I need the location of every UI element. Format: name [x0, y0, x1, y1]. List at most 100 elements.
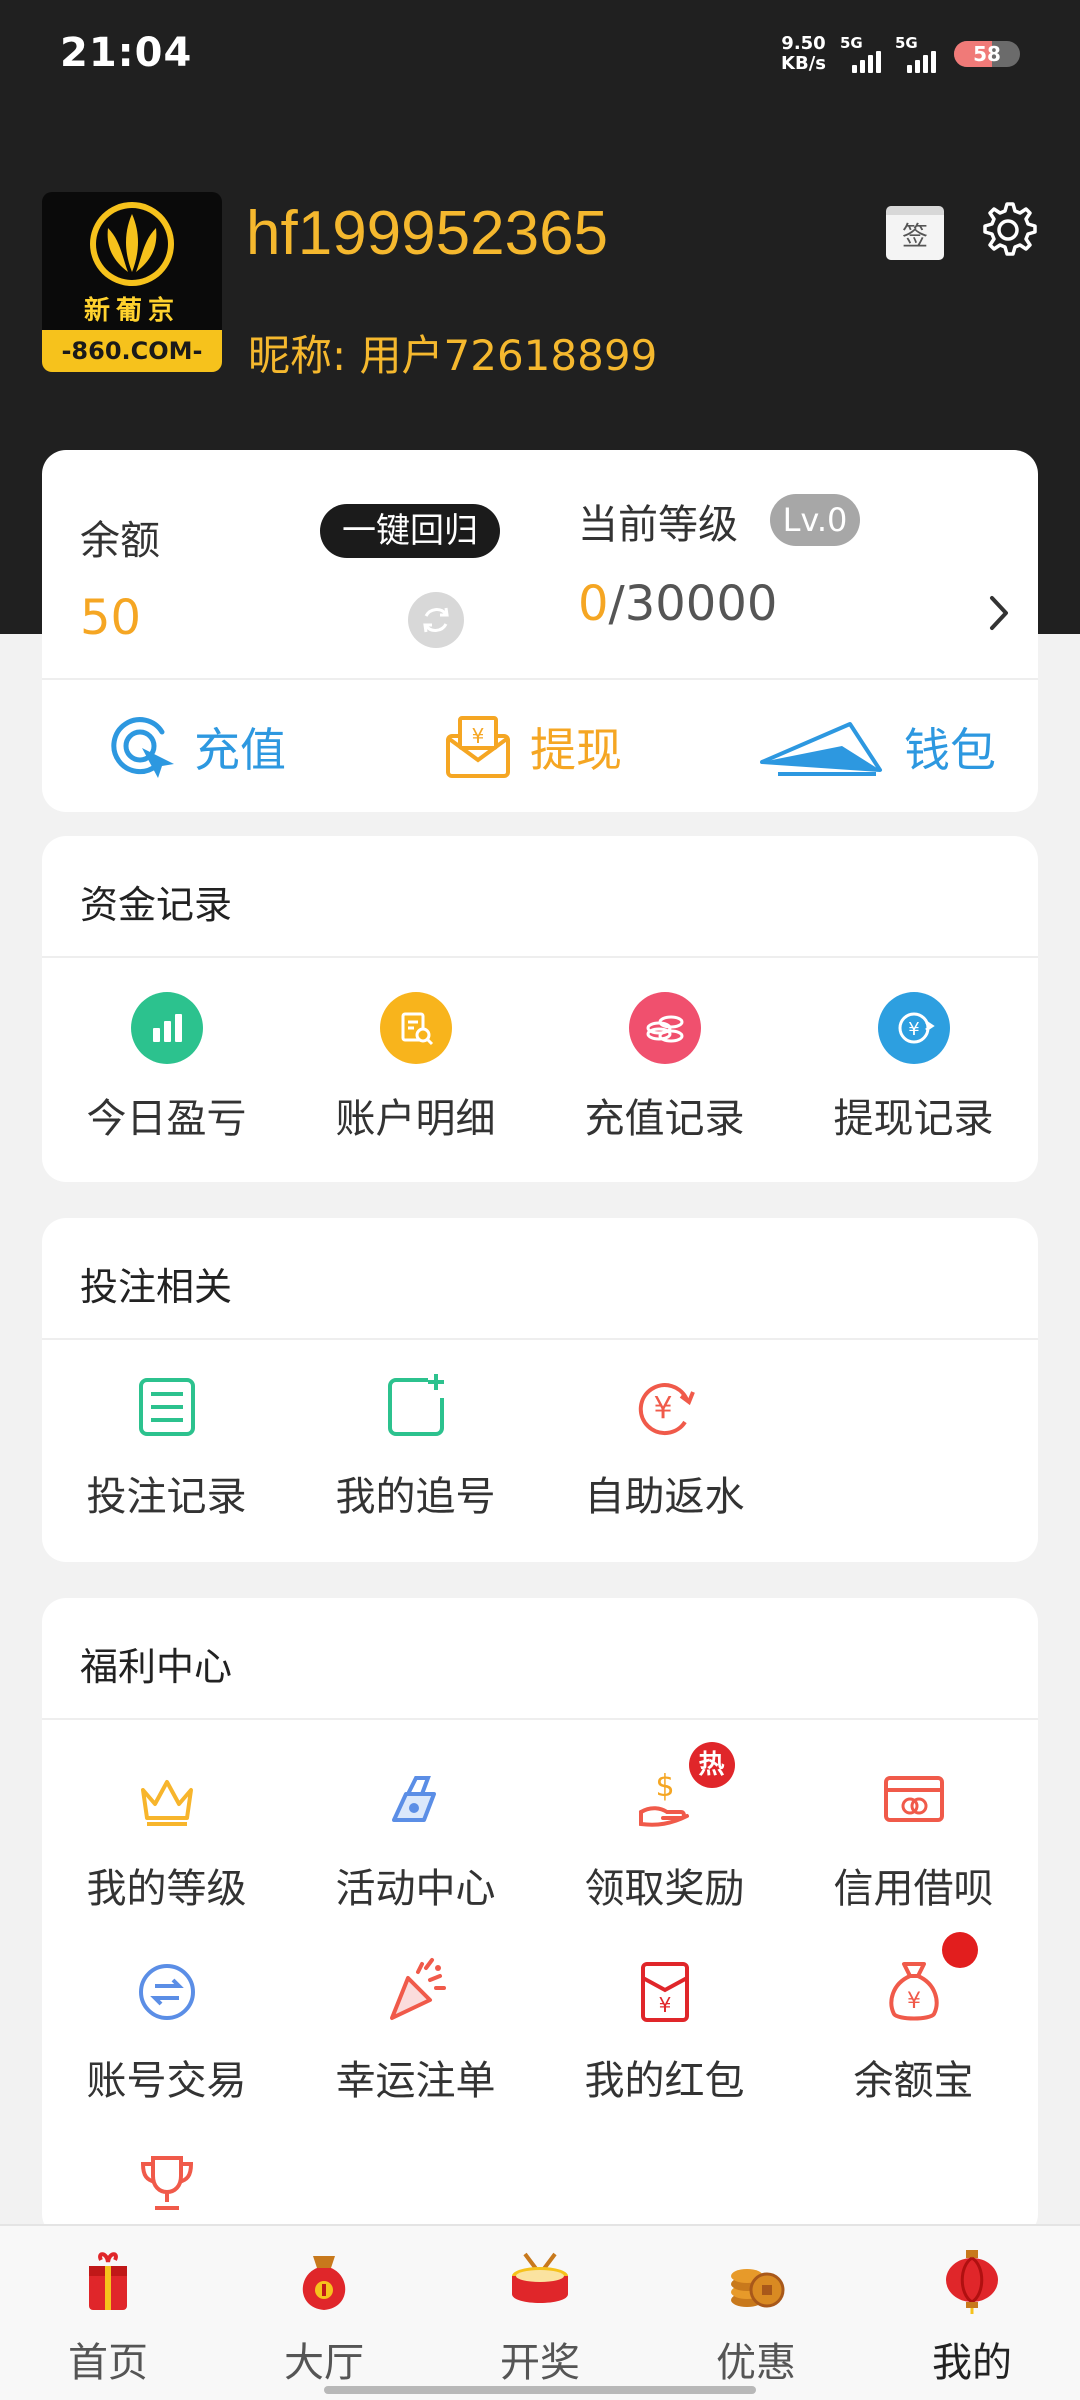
svg-text:¥: ¥: [658, 1993, 671, 2017]
wallet-label: 钱包: [904, 723, 996, 777]
balance-treasure-item[interactable]: ¥ 余额宝: [789, 1932, 1038, 2106]
one-click-recall-button[interactable]: 一键回归: [320, 504, 500, 558]
network-speed-value: 9.50: [781, 33, 826, 54]
account-details-item[interactable]: 账户明细: [291, 990, 540, 1144]
nav-label: 我的: [932, 2340, 1012, 2386]
recharge-label: 充值: [194, 723, 286, 777]
item-label: 账号交易: [86, 2058, 247, 2104]
hot-badge: 热: [688, 1742, 735, 1788]
account-trading-item[interactable]: 账号交易: [42, 1954, 291, 2106]
nickname-label: 昵称:: [248, 331, 347, 380]
svg-text:$: $: [655, 1769, 674, 1804]
signal-sim2: 5G: [895, 35, 936, 73]
item-label: 账户明细: [335, 1096, 496, 1142]
activity-center-item[interactable]: 活动中心: [291, 1762, 540, 1914]
nav-mine[interactable]: 我的: [864, 2246, 1080, 2388]
nav-label: 优惠: [716, 2340, 796, 2386]
item-label: 充值记录: [584, 1096, 745, 1142]
nav-label: 开奖: [500, 2340, 580, 2386]
credit-loan-item[interactable]: 信用借呗: [789, 1762, 1038, 1914]
item-label: 提现记录: [833, 1096, 994, 1142]
sim1-label: 5G: [840, 34, 863, 52]
today-profit-item[interactable]: 今日盈亏: [42, 990, 291, 1144]
item-label: 我的追号: [335, 1474, 496, 1520]
nav-promotions[interactable]: 优惠: [648, 2246, 864, 2388]
chevron-right-icon[interactable]: [982, 588, 1016, 638]
coins-icon: [628, 992, 701, 1064]
divider: [42, 956, 1038, 958]
username: hf199952365: [246, 199, 609, 268]
my-red-envelope-item[interactable]: ¥ 我的红包: [540, 1954, 789, 2106]
item-label: 投注记录: [86, 1474, 247, 1520]
wallet-button[interactable]: 钱包: [758, 712, 996, 782]
item-label: 自助返水: [584, 1474, 745, 1520]
add-square-icon: [387, 1374, 444, 1436]
home-indicator[interactable]: [324, 2386, 756, 2394]
item-label: 我的等级: [86, 1866, 247, 1912]
divider: [42, 678, 1038, 680]
coin-stack-icon: [731, 2269, 785, 2308]
withdraw-label: 提现: [530, 723, 622, 777]
gear-icon[interactable]: [976, 198, 1040, 262]
status-bar: 21:04 9.50 KB/s 5G 5G 58: [0, 0, 1080, 110]
crown-icon: [140, 1780, 193, 1826]
logo-chinese-text: 新葡京: [83, 296, 180, 326]
signal-sim1: 5G: [840, 35, 881, 73]
bottom-navigation: 首页 大厅 开奖 优惠 我的: [0, 2224, 1080, 2400]
drum-icon: [512, 2252, 568, 2303]
notification-dot: [941, 1932, 978, 1968]
document-search-icon: [379, 992, 452, 1064]
withdraw-button[interactable]: ¥ 提现: [442, 712, 622, 782]
withdraw-records-item[interactable]: ¥ 提现记录: [789, 990, 1038, 1144]
recharge-button[interactable]: 充值: [106, 712, 286, 782]
balance-card: 余额 一键回归 50 当前等级 Lv.0 0/30000 充值 ¥ 提现 钱包: [42, 450, 1038, 812]
item-label: 信用借呗: [833, 1866, 994, 1912]
svg-text:¥: ¥: [472, 724, 485, 748]
divider: [42, 1718, 1038, 1720]
logo-url-text: -860.COM-: [42, 330, 222, 372]
balance-label: 余额: [80, 518, 160, 564]
welfare-center-section: 福利中心 我的等级 活动中心 $ 热 领取奖励 信用借呗 账号交易 幸运注单 ¥…: [42, 1598, 1038, 2238]
nav-home[interactable]: 首页: [0, 2246, 216, 2388]
nickname: 昵称: 用户72618899: [248, 322, 657, 383]
level-progress: 0/30000: [578, 576, 777, 632]
nav-label: 大厅: [284, 2340, 364, 2386]
chart-bars-icon: [130, 992, 203, 1064]
lucky-bet-item[interactable]: 幸运注单: [291, 1954, 540, 2106]
signal-bars-icon: [907, 51, 936, 73]
item-label: 活动中心: [335, 1866, 496, 1912]
nickname-value: 用户72618899: [359, 331, 658, 380]
my-level-item[interactable]: 我的等级: [42, 1762, 291, 1914]
status-indicators: 9.50 KB/s 5G 5G 58: [781, 34, 1020, 74]
bet-related-title: 投注相关: [80, 1265, 233, 1309]
divider: [42, 1338, 1038, 1340]
nav-label: 首页: [68, 2340, 148, 2386]
level-current: 0: [578, 576, 609, 632]
fund-records-section: 资金记录 今日盈亏 账户明细 充值记录 ¥ 提现记录: [42, 836, 1038, 1182]
sign-in-button[interactable]: 签: [886, 206, 944, 260]
level-badge: Lv.0: [770, 494, 860, 546]
claim-reward-item[interactable]: $ 热 领取奖励: [540, 1742, 789, 1914]
yen-refresh-icon: ¥: [638, 1383, 695, 1436]
refresh-icon[interactable]: [408, 592, 464, 648]
network-speed: 9.50 KB/s: [781, 34, 826, 74]
item-label: 领取奖励: [584, 1866, 745, 1912]
bet-records-item[interactable]: 投注记录: [42, 1370, 291, 1522]
bet-related-section: 投注相关 投注记录 我的追号 ¥ 自助返水: [42, 1218, 1038, 1562]
recharge-records-item[interactable]: 充值记录: [540, 990, 789, 1144]
recharge-icon: [111, 717, 174, 778]
nav-draw[interactable]: 开奖: [432, 2246, 648, 2388]
battery-icon: 58: [954, 41, 1020, 67]
my-chase-item[interactable]: 我的追号: [291, 1370, 540, 1522]
current-level-label: 当前等级: [578, 502, 738, 548]
list-icon: [138, 1378, 195, 1436]
lantern-icon: [946, 2250, 998, 2314]
nav-lobby[interactable]: 大厅: [216, 2246, 432, 2388]
wallet-icon: [760, 722, 882, 776]
gift-box-icon: [89, 2252, 127, 2310]
battery-level: 58: [973, 42, 1001, 66]
svg-text:¥: ¥: [653, 1391, 672, 1426]
credit-card-icon: [883, 1776, 944, 1822]
self-rebate-item[interactable]: ¥ 自助返水: [540, 1370, 789, 1522]
party-popper-icon: [389, 1958, 446, 2020]
